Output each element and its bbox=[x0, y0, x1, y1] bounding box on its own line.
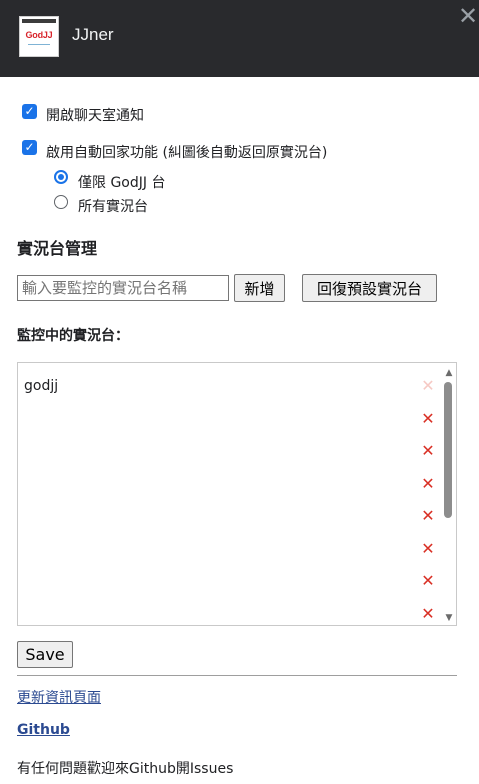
add-button[interactable]: 新增 bbox=[234, 274, 285, 302]
logo-underline bbox=[28, 44, 50, 45]
logo-text: GodJJ bbox=[25, 30, 53, 40]
title-bar: GodJJ JJner bbox=[0, 0, 479, 77]
stream-name-input[interactable] bbox=[17, 275, 229, 301]
scroll-up-arrow-icon[interactable]: ▲ bbox=[443, 368, 455, 378]
manage-title: 實況台管理 bbox=[17, 239, 98, 258]
scroll-down-arrow-icon[interactable]: ▼ bbox=[443, 613, 455, 623]
radio-all-streams-label: 所有實況台 bbox=[78, 199, 148, 215]
reset-default-button[interactable]: 回復預設實況台 bbox=[302, 274, 437, 302]
delete-icon[interactable]: ✕ bbox=[420, 508, 436, 524]
radio-godjj-only[interactable] bbox=[54, 170, 68, 184]
github-link[interactable]: Github bbox=[17, 722, 70, 738]
radio-all-streams[interactable] bbox=[54, 195, 68, 209]
close-icon[interactable]: ✕ bbox=[457, 3, 479, 29]
logo-bar bbox=[22, 19, 56, 23]
delete-icon[interactable]: ✕ bbox=[420, 541, 436, 557]
notify-label: 開啟聊天室通知 bbox=[46, 108, 144, 124]
app-title: JJner bbox=[72, 25, 114, 44]
delete-icon[interactable]: ✕ bbox=[420, 378, 436, 394]
notify-checkbox[interactable]: ✓ bbox=[22, 104, 37, 119]
app-logo: GodJJ bbox=[19, 16, 59, 57]
autohome-label: 啟用自動回家功能 (糾圖後自動返回原實況台) bbox=[46, 145, 328, 161]
monitor-list[interactable]: godjj ✕ ✕ ✕ ✕ ✕ ✕ ✕ ✕ ▲ ▼ bbox=[17, 362, 457, 626]
list-item: godjj bbox=[24, 378, 59, 394]
update-info-link[interactable]: 更新資訊頁面 bbox=[17, 687, 101, 707]
footer-text: 有任何問題歡迎來Github開Issues bbox=[17, 761, 234, 777]
delete-icon[interactable]: ✕ bbox=[420, 443, 436, 459]
autohome-checkbox[interactable]: ✓ bbox=[22, 140, 37, 155]
scrollbar-thumb[interactable] bbox=[444, 382, 452, 518]
delete-icon[interactable]: ✕ bbox=[420, 411, 436, 427]
delete-icon[interactable]: ✕ bbox=[420, 476, 436, 492]
delete-icon[interactable]: ✕ bbox=[420, 573, 436, 589]
divider bbox=[17, 675, 457, 676]
delete-icon[interactable]: ✕ bbox=[420, 606, 436, 622]
radio-godjj-only-label: 僅限 GodJJ 台 bbox=[78, 175, 166, 191]
monitor-title: 監控中的實況台： bbox=[17, 328, 129, 344]
save-button[interactable]: Save bbox=[17, 641, 73, 668]
